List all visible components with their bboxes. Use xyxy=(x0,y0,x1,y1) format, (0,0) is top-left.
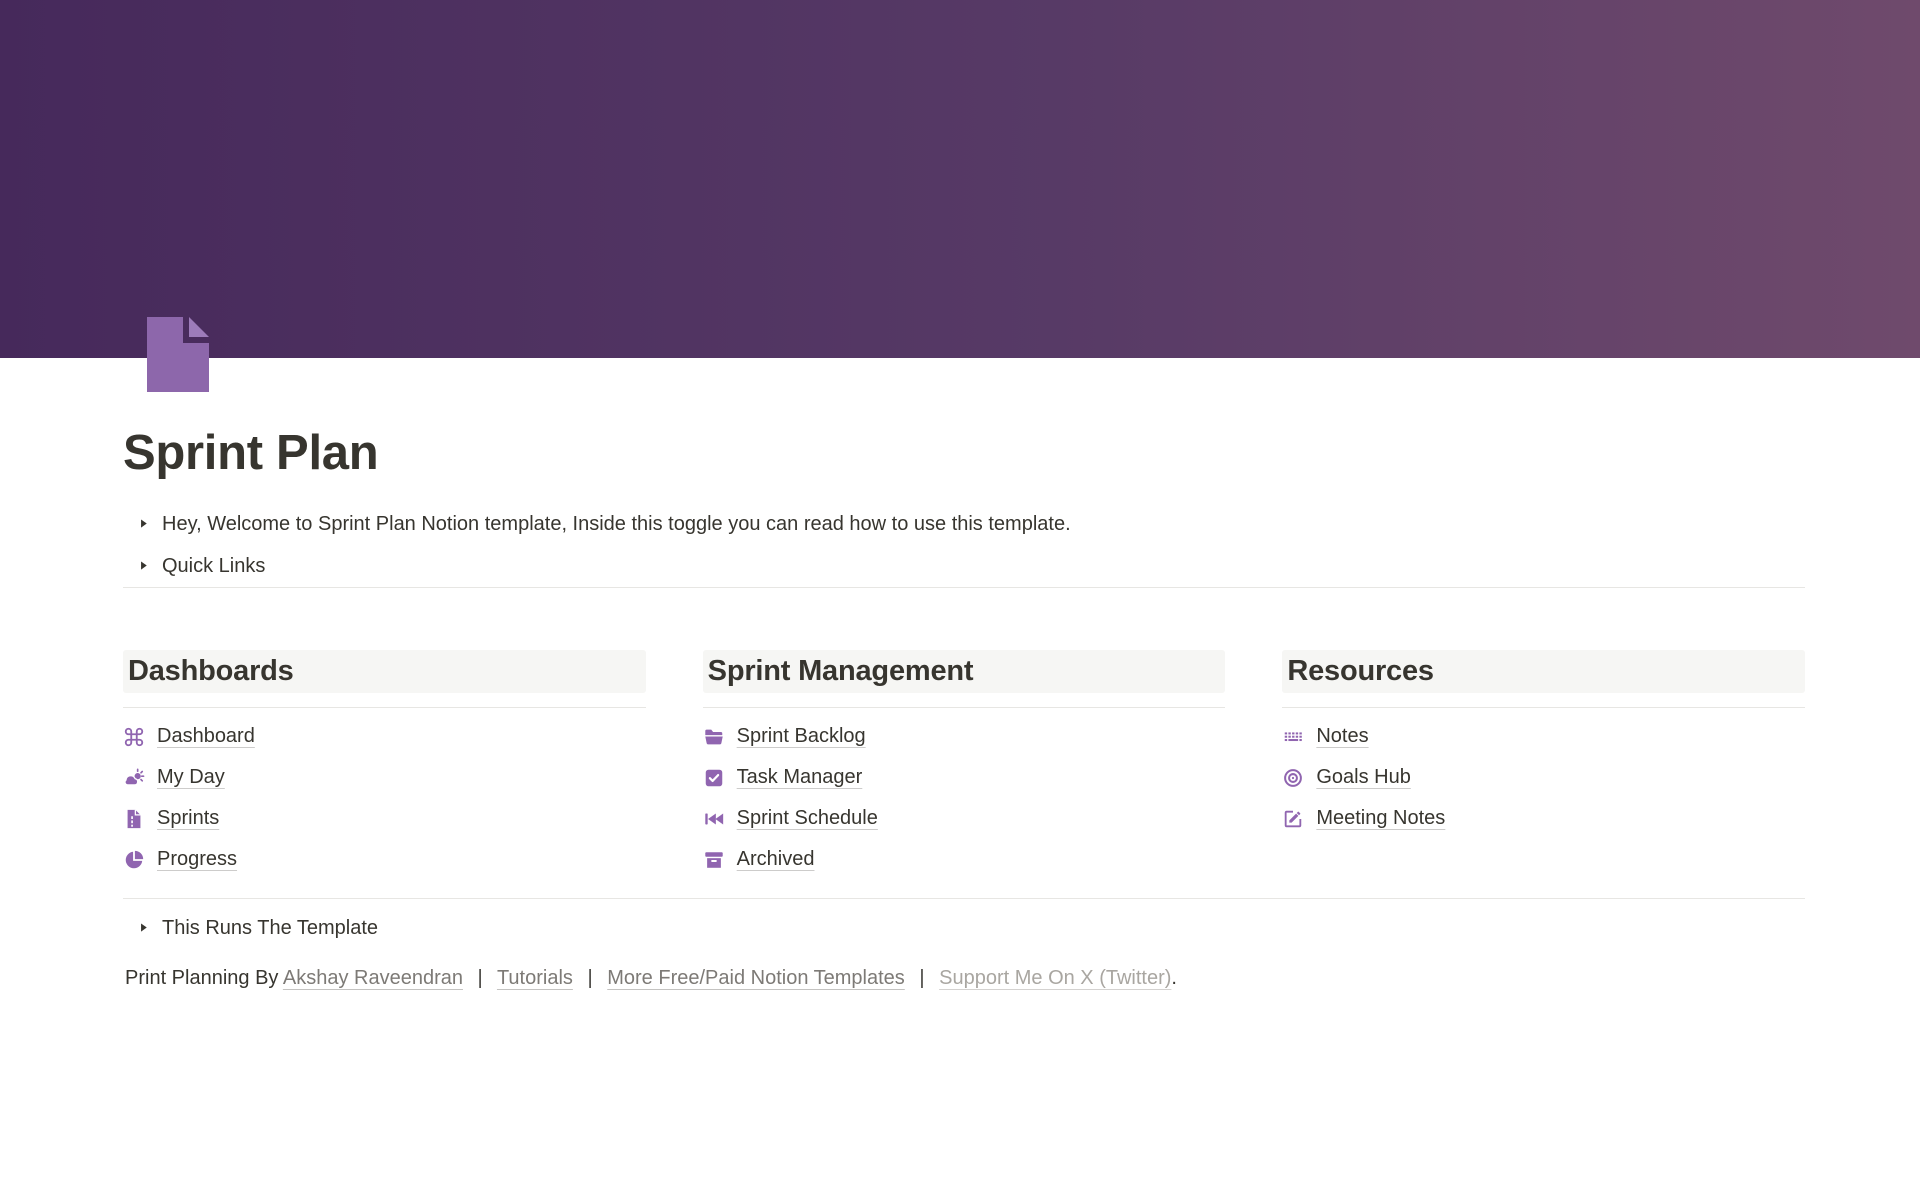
sun-cloud-icon xyxy=(123,767,145,789)
toggle-welcome-label: Hey, Welcome to Sprint Plan Notion templ… xyxy=(162,509,1071,539)
page-link-label: Goals Hub xyxy=(1316,766,1411,789)
column-resources: Resources Notes xyxy=(1282,650,1805,886)
toggle-welcome[interactable]: Hey, Welcome to Sprint Plan Notion templ… xyxy=(123,503,1805,545)
page-link-label: Sprint Schedule xyxy=(737,807,878,830)
toggle-quick-links[interactable]: Quick Links xyxy=(123,545,1805,587)
column-links: Notes Goals Hub xyxy=(1282,708,1805,834)
page-link-label: Notes xyxy=(1316,725,1368,748)
checkbox-icon xyxy=(703,767,725,789)
credits-line: Print Planning By Akshay Raveendran | Tu… xyxy=(123,963,1805,993)
page-link-archived[interactable]: Archived xyxy=(703,845,1226,875)
page-link-goals-hub[interactable]: Goals Hub xyxy=(1282,763,1805,793)
keyboard-icon xyxy=(1282,726,1304,748)
folder-icon xyxy=(703,726,725,748)
page-link-sprints[interactable]: Sprints xyxy=(123,804,646,834)
page-link-my-day[interactable]: My Day xyxy=(123,763,646,793)
column-header-sprint-management: Sprint Management xyxy=(703,650,1226,693)
credits-separator: | xyxy=(587,967,592,989)
toggle-runs-template[interactable]: This Runs The Template xyxy=(123,907,1805,949)
credits-suffix: . xyxy=(1171,967,1177,989)
divider xyxy=(123,587,1805,588)
page-link-notes[interactable]: Notes xyxy=(1282,722,1805,752)
page-link-progress[interactable]: Progress xyxy=(123,845,646,875)
column-dashboards: Dashboards Dashboard xyxy=(123,650,646,886)
toggle-triangle-icon[interactable] xyxy=(131,554,155,578)
archive-icon xyxy=(703,849,725,871)
more-templates-link[interactable]: More Free/Paid Notion Templates xyxy=(607,967,905,989)
author-link[interactable]: Akshay Raveendran xyxy=(283,967,463,989)
pie-chart-icon xyxy=(123,849,145,871)
link-columns: Dashboards Dashboard xyxy=(123,650,1805,886)
rewind-icon xyxy=(703,808,725,830)
edit-icon xyxy=(1282,808,1304,830)
page-cover xyxy=(0,0,1920,358)
page-link-sprint-backlog[interactable]: Sprint Backlog xyxy=(703,722,1226,752)
purple-document-icon xyxy=(147,317,209,392)
document-icon xyxy=(123,808,145,830)
page-link-label: My Day xyxy=(157,766,225,789)
page-link-label: Meeting Notes xyxy=(1316,807,1445,830)
page-link-label: Sprint Backlog xyxy=(737,725,866,748)
divider xyxy=(123,898,1805,899)
credits-separator: | xyxy=(478,967,483,989)
intro-toggles: Hey, Welcome to Sprint Plan Notion templ… xyxy=(123,503,1805,587)
page-link-task-manager[interactable]: Task Manager xyxy=(703,763,1226,793)
command-icon xyxy=(123,726,145,748)
support-twitter-link[interactable]: Support Me On X (Twitter) xyxy=(939,967,1171,989)
credits-prefix: Print Planning By xyxy=(125,967,278,989)
column-header-dashboards: Dashboards xyxy=(123,650,646,693)
page-link-label: Dashboard xyxy=(157,725,255,748)
page-link-label: Sprints xyxy=(157,807,219,830)
column-header-resources: Resources xyxy=(1282,650,1805,693)
toggle-runs-template-label: This Runs The Template xyxy=(162,913,378,943)
page-link-label: Progress xyxy=(157,848,237,871)
page-link-sprint-schedule[interactable]: Sprint Schedule xyxy=(703,804,1226,834)
toggle-quick-links-label: Quick Links xyxy=(162,551,265,581)
toggle-triangle-icon[interactable] xyxy=(131,512,155,536)
page-link-label: Task Manager xyxy=(737,766,863,789)
toggle-triangle-icon[interactable] xyxy=(131,916,155,940)
page-icon[interactable] xyxy=(147,317,209,392)
tutorials-link[interactable]: Tutorials xyxy=(497,967,573,989)
column-sprint-management: Sprint Management Sprint Backlog xyxy=(703,650,1226,886)
target-icon xyxy=(1282,767,1304,789)
column-links: Sprint Backlog Task Manager xyxy=(703,708,1226,875)
column-links: Dashboard xyxy=(123,708,646,875)
page-link-meeting-notes[interactable]: Meeting Notes xyxy=(1282,804,1805,834)
page-content: Sprint Plan Hey, Welcome to Sprint Plan … xyxy=(123,358,1805,993)
page-link-dashboard[interactable]: Dashboard xyxy=(123,722,646,752)
credits-separator: | xyxy=(919,967,924,989)
page-link-label: Archived xyxy=(737,848,815,871)
page-title: Sprint Plan xyxy=(123,358,1805,483)
